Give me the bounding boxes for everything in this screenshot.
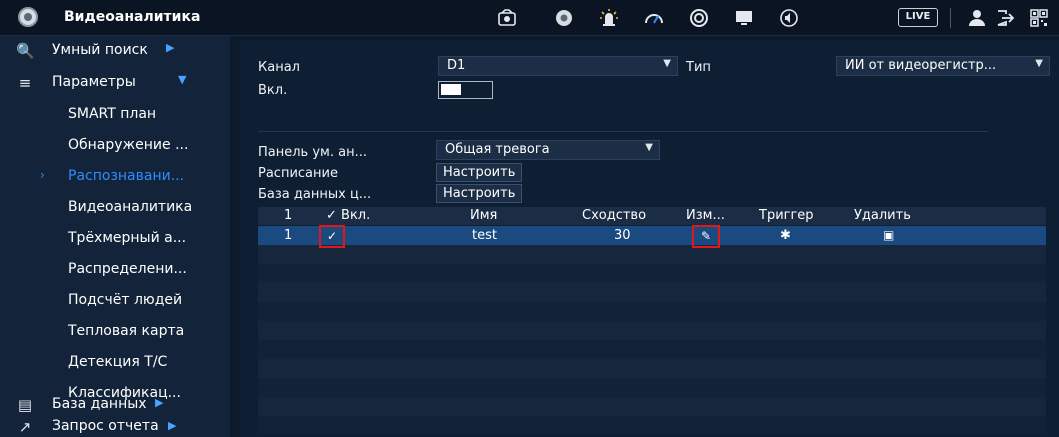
sidebar-item-recognition[interactable]: › Распознавани... [0, 162, 230, 192]
sidebar-item-label: Распознавани... [68, 168, 185, 184]
chevron-down-icon: ▼ [1035, 58, 1043, 69]
chevron-down-icon: ▼ [645, 142, 653, 153]
schedule-label: Расписание [258, 166, 338, 181]
logout-icon[interactable] [994, 7, 1016, 29]
chevron-right-icon: ▶ [168, 419, 177, 432]
table-row [258, 378, 1046, 397]
chevron-right-icon: › [40, 168, 45, 182]
search-icon: 🔍 [16, 42, 35, 60]
col-edit: Изм... [686, 208, 725, 223]
type-select[interactable]: ИИ от видеорегистр... ▼ [836, 56, 1050, 76]
edit-icon[interactable]: ✎ [697, 229, 715, 245]
table-row [258, 321, 1046, 340]
divider [258, 131, 988, 132]
top-bar: Видеоаналитика LIVE [0, 0, 1059, 36]
col-similarity: Сходство [582, 208, 647, 223]
sidebar: 🔍 Умный поиск ▶ ≡ Параметры ▼ SMART план… [0, 36, 230, 437]
rules-table: 1 ✓ Вкл. Имя Сходство Изм... Триггер Уда… [258, 207, 1046, 437]
row-name: test [472, 228, 497, 243]
sidebar-item-parameters[interactable]: ≡ Параметры ▼ [0, 68, 230, 98]
table-row [258, 245, 1046, 264]
sidebar-item-label: Детекция Т/С [68, 354, 168, 370]
table-row [258, 283, 1046, 302]
sidebar-item-label: Обнаружение ... [68, 137, 189, 153]
alarm-icon[interactable] [598, 7, 620, 29]
sidebar-item-label: Умный поиск [52, 42, 148, 58]
eye-icon[interactable] [553, 7, 575, 29]
chevron-down-icon: ▼ [663, 58, 671, 69]
database-icon: ▤ [17, 396, 33, 414]
table-row [258, 340, 1046, 359]
brand-eye-icon [18, 7, 38, 27]
sidebar-item-report[interactable]: ↗ Запрос отчета ▶ [0, 417, 230, 437]
sidebar-item-label: Тепловая карта [68, 323, 185, 339]
channel-value: D1 [447, 58, 466, 73]
table-row [258, 302, 1046, 321]
sidebar-item-label: Трёхмерный а... [68, 230, 187, 246]
sidebar-item-3d[interactable]: Трёхмерный а... [0, 224, 230, 254]
panel-label: Панель ум. ан... [258, 145, 367, 160]
col-trigger: Триггер [759, 208, 814, 223]
type-value: ИИ от видеорегистр... [845, 58, 997, 73]
volume-icon[interactable] [778, 7, 800, 29]
gear-icon[interactable]: ✱ [780, 228, 791, 243]
sidebar-item-video-analytics[interactable]: Видеоаналитика [0, 193, 230, 223]
chevron-down-icon: ▼ [178, 73, 187, 86]
channel-label: Канал [258, 60, 300, 75]
sidebar-item-label: Подсчёт людей [68, 292, 183, 308]
table-row [258, 264, 1046, 283]
trash-icon[interactable]: ▣ [883, 228, 894, 242]
qr-icon[interactable] [1028, 7, 1050, 29]
enable-label: Вкл. [258, 83, 288, 98]
panel-value: Общая тревога [445, 142, 550, 157]
sidebar-item-label: SMART план [68, 106, 157, 122]
schedule-configure-button[interactable]: Настроить [436, 163, 523, 182]
sidebar-item-vehicle-detection[interactable]: Детекция Т/С [0, 348, 230, 378]
col-enable[interactable]: ✓ Вкл. [326, 208, 370, 223]
database-label: База данных ц... [258, 187, 372, 202]
sidebar-item-distribution[interactable]: Распределени... [0, 255, 230, 285]
chevron-right-icon: ▶ [166, 41, 175, 54]
row-similarity: 30 [614, 228, 631, 243]
divider [950, 8, 951, 28]
user-icon[interactable] [966, 7, 988, 29]
col-name: Имя [470, 208, 498, 223]
app-title: Видеоаналитика [64, 9, 201, 25]
circle-icon[interactable] [688, 7, 710, 29]
sidebar-item-detection[interactable]: Обнаружение ... [0, 131, 230, 161]
live-button[interactable]: LIVE [898, 8, 938, 27]
table-row [258, 359, 1046, 378]
panel-select[interactable]: Общая тревога ▼ [436, 140, 660, 160]
monitor-icon[interactable] [733, 7, 755, 29]
enable-toggle[interactable] [438, 81, 493, 99]
camera-icon[interactable] [496, 7, 518, 29]
type-label: Тип [686, 60, 711, 75]
sidebar-item-smart-plan[interactable]: SMART план [0, 100, 230, 130]
sidebar-item-label: Параметры [52, 74, 136, 90]
col-number: 1 [284, 208, 293, 223]
table-row [258, 416, 1046, 435]
list-icon: ≡ [18, 74, 32, 92]
sidebar-item-label: База данных [52, 396, 147, 412]
channel-select[interactable]: D1 ▼ [438, 56, 678, 76]
row-number: 1 [284, 228, 293, 243]
sidebar-item-smart-search[interactable]: 🔍 Умный поиск ▶ [0, 36, 230, 66]
chart-icon: ↗ [18, 418, 32, 436]
sidebar-item-label: Видеоаналитика [68, 199, 193, 215]
sidebar-item-label: Распределени... [68, 261, 187, 277]
performance-icon[interactable] [643, 7, 665, 29]
table-row [258, 397, 1046, 416]
table-row[interactable]: 1 test 30 [258, 226, 1046, 245]
database-configure-button[interactable]: Настроить [436, 184, 523, 203]
sidebar-item-heatmap[interactable]: Тепловая карта [0, 317, 230, 347]
table-header: 1 ✓ Вкл. Имя Сходство Изм... Триггер Уда… [258, 207, 1046, 225]
sidebar-item-label: Запрос отчета [52, 418, 159, 434]
sidebar-item-people-count[interactable]: Подсчёт людей [0, 286, 230, 316]
col-delete: Удалить [854, 208, 911, 223]
chevron-right-icon: ▶ [155, 396, 164, 409]
row-enable-checkbox[interactable]: ✓ [323, 229, 341, 245]
